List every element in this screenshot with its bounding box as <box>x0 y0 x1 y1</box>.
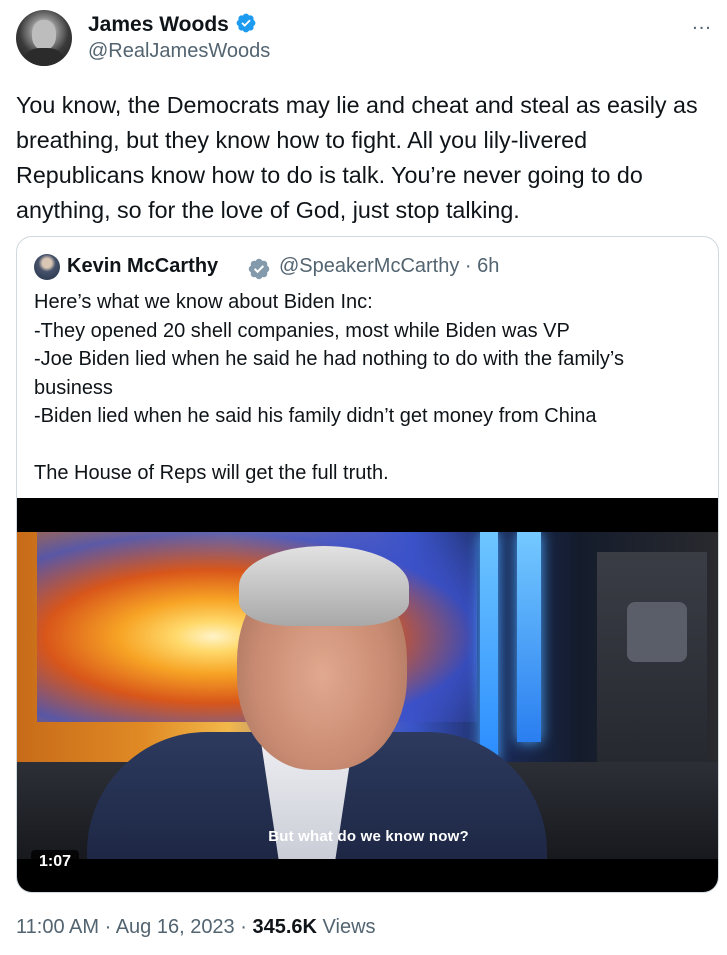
video-duration-badge: 1:07 <box>31 850 80 874</box>
views-count: 345.6K <box>252 916 317 938</box>
video-frame <box>17 532 718 859</box>
avatar-body <box>24 48 64 66</box>
quoted-line: The House of Reps will get the full trut… <box>34 462 389 484</box>
person-hair <box>239 546 409 626</box>
quoted-tweet[interactable]: Kevin McCarthy @SpeakerMcCarthy · 6h Her… <box>16 236 719 893</box>
quoted-verified-badge-icon <box>247 257 271 286</box>
camera-lens <box>627 602 687 662</box>
author-avatar[interactable] <box>16 10 72 66</box>
avatar-face <box>32 20 56 50</box>
tweet-text: You know, the Democrats may lie and chea… <box>16 92 698 223</box>
quoted-author-avatar[interactable] <box>34 254 60 280</box>
video-caption: But what do we know now? <box>268 828 469 845</box>
author-handle[interactable]: @RealJamesWoods <box>88 40 270 63</box>
quoted-line: Here’s what we know about Biden Inc: <box>34 291 373 313</box>
quoted-line: -Biden lied when he said his family didn… <box>34 405 597 427</box>
views-label: Views <box>316 916 376 938</box>
author-name-text: James Woods <box>88 13 229 36</box>
video-player[interactable]: But what do we know now? 1:07 <box>17 498 718 892</box>
author-display-name[interactable]: James Woods <box>88 12 257 40</box>
verified-badge-icon <box>235 12 257 40</box>
quoted-author-handle-time[interactable]: @SpeakerMcCarthy · 6h <box>279 255 499 278</box>
quoted-author-name[interactable]: Kevin McCarthy <box>67 255 218 278</box>
quoted-line: -They opened 20 shell companies, most wh… <box>34 319 570 342</box>
tweet-metadata: 11:00 AM · Aug 16, 2023 · 345.6K Views <box>16 916 376 939</box>
quoted-tweet-text: Here’s what we know about Biden Inc: -Th… <box>34 288 704 488</box>
quoted-line: -Joe Biden lied when he said he had noth… <box>34 348 625 399</box>
background-light-stripe <box>480 532 498 762</box>
tweet-header: James Woods @RealJamesWoods ... <box>16 10 716 70</box>
timestamp-link[interactable]: 11:00 AM · Aug 16, 2023 · <box>16 916 252 938</box>
more-options-icon[interactable]: ... <box>688 12 716 36</box>
background-light-stripe <box>517 532 541 742</box>
